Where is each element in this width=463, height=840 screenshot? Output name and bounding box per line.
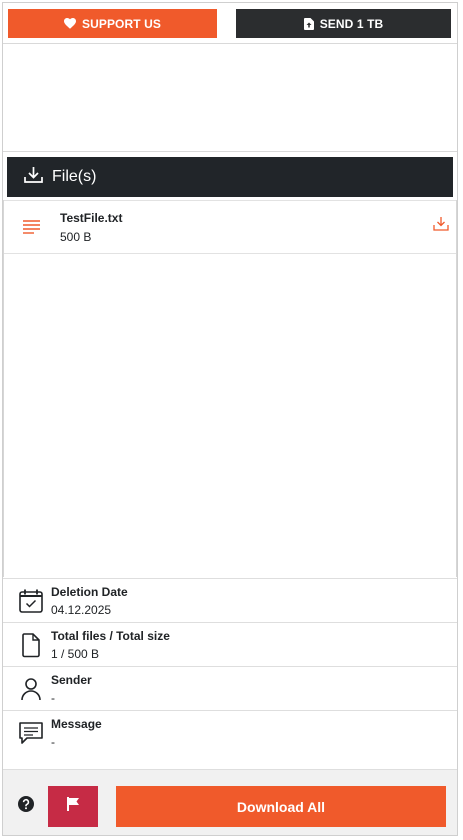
file-list: TestFile.txt 500 B (3, 200, 457, 577)
report-button[interactable] (48, 786, 98, 827)
totals-value: 1 / 500 B (51, 647, 100, 661)
deletion-date-title: Deletion Date (51, 585, 128, 599)
calendar-icon (18, 588, 44, 614)
file-row[interactable]: TestFile.txt 500 B (4, 200, 456, 254)
totals-row: Total files / Total size 1 / 500 B (3, 622, 457, 666)
file-icon (18, 632, 44, 658)
sender-value: - (51, 691, 55, 705)
file-upload-icon (303, 17, 314, 30)
file-name: TestFile.txt (60, 211, 123, 225)
message-row: Message - (3, 710, 457, 754)
support-us-label: SUPPORT US (81, 16, 161, 31)
files-header: File(s) (7, 157, 453, 197)
question-icon[interactable] (18, 796, 34, 817)
download-icon (24, 166, 43, 188)
download-panel: SUPPORT US SEND 1 TB File(s) TestFile.tx… (2, 2, 458, 836)
ad-space (3, 43, 457, 152)
text-file-icon (23, 220, 40, 239)
file-size: 500 B (60, 230, 92, 244)
send-1tb-label: SEND 1 TB (319, 16, 384, 31)
deletion-date-value: 04.12.2025 (51, 603, 112, 617)
download-all-button[interactable]: Download All (116, 786, 446, 827)
file-download-icon[interactable] (433, 216, 449, 236)
totals-title: Total files / Total size (51, 629, 170, 643)
message-title: Message (51, 717, 102, 731)
message-value: - (51, 735, 55, 749)
send-1tb-button[interactable]: SEND 1 TB (236, 9, 451, 38)
sender-row: Sender - (3, 666, 457, 710)
chat-icon (18, 720, 44, 746)
transfer-info: Deletion Date 04.12.2025 Total files / T… (3, 578, 457, 754)
footer: Download All (3, 769, 457, 835)
flag-icon (66, 797, 80, 816)
heart-icon (63, 18, 76, 29)
sender-title: Sender (51, 673, 92, 687)
support-us-button[interactable]: SUPPORT US (8, 9, 217, 38)
deletion-date-row: Deletion Date 04.12.2025 (3, 578, 457, 622)
person-icon (18, 676, 44, 702)
files-title: File(s) (52, 168, 97, 185)
